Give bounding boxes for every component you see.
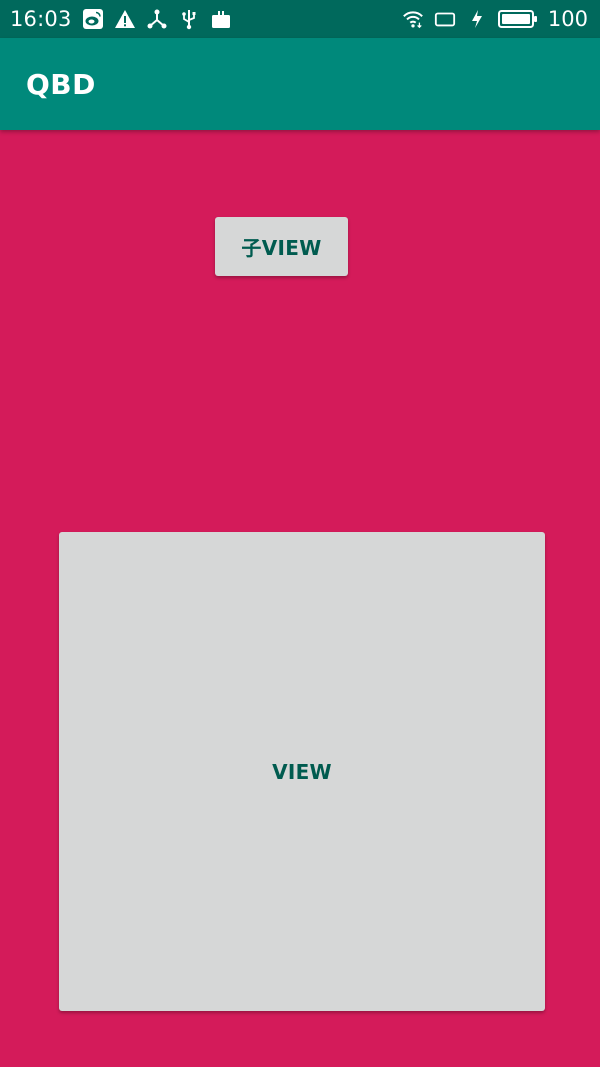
rotate-icon bbox=[434, 8, 456, 30]
usb-icon bbox=[178, 8, 200, 30]
status-bar: 16:03 100 bbox=[0, 0, 600, 38]
app-bar: QBD bbox=[0, 38, 600, 130]
app-screen: 16:03 100 QBD 子VIEW VIEW bbox=[0, 0, 600, 1067]
view-button[interactable]: VIEW bbox=[59, 532, 545, 1011]
view-button-label: VIEW bbox=[272, 759, 332, 784]
status-left-group: 16:03 bbox=[10, 7, 232, 31]
charging-bolt-icon bbox=[466, 8, 488, 30]
child-view-button-label: 子VIEW bbox=[241, 236, 322, 260]
warning-icon bbox=[114, 8, 136, 30]
status-right-group: 100 bbox=[402, 7, 588, 31]
briefcase-icon bbox=[210, 8, 232, 30]
share-icon bbox=[146, 8, 168, 30]
battery-level: 100 bbox=[547, 7, 588, 31]
app-title: QBD bbox=[26, 67, 96, 101]
status-time: 16:03 bbox=[10, 7, 72, 31]
child-view-button[interactable]: 子VIEW bbox=[215, 217, 348, 276]
battery-icon bbox=[497, 8, 538, 30]
wifi-icon bbox=[402, 8, 424, 30]
weibo-icon bbox=[82, 8, 104, 30]
